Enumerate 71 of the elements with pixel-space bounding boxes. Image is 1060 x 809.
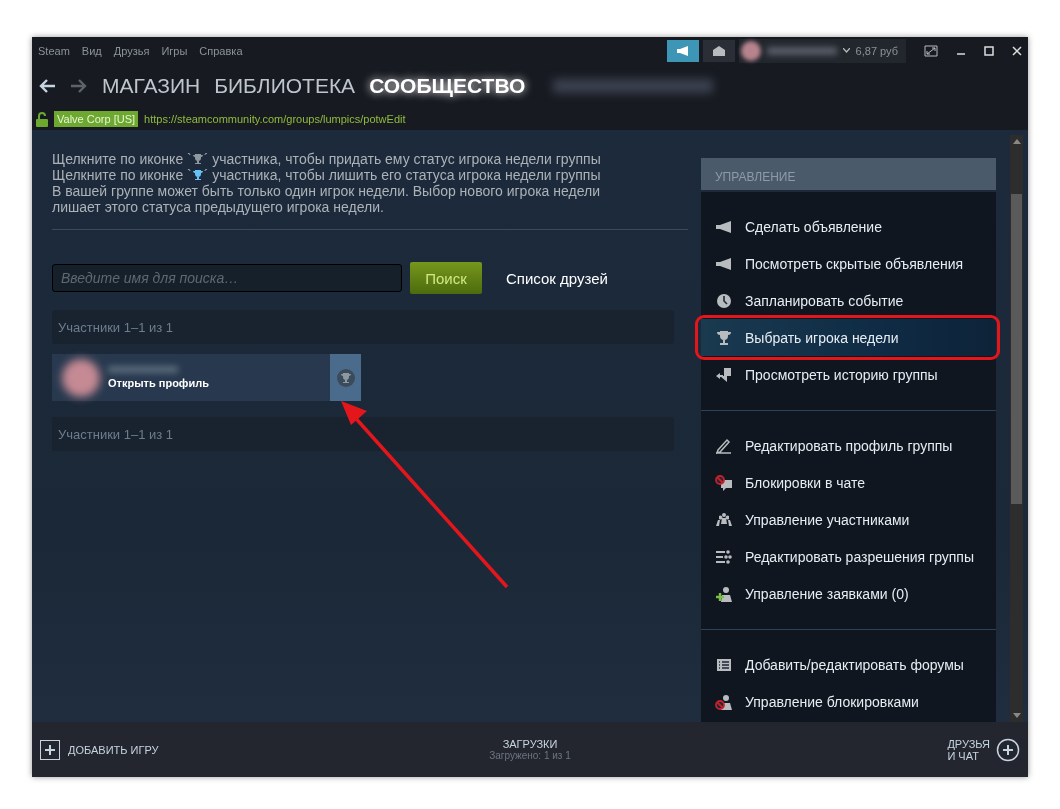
megaphone-icon [715, 255, 733, 272]
search-button[interactable]: Поиск [410, 262, 482, 294]
broadcast-button[interactable] [666, 39, 699, 62]
note-text: В вашей группе может быть только один игрок недели. Выбор нового игрока недели лишает этого статуса предыдущего игрока недели. [52, 183, 601, 215]
list-icon [715, 656, 733, 673]
menu-item[interactable]: Steam [38, 44, 70, 57]
members-count-bar: Участники 1–1 из 1 [52, 310, 674, 344]
panel-menu-item[interactable]: Редактировать разрешения группы [701, 538, 996, 575]
panel-menu-item[interactable]: Просмотреть историю группы [701, 356, 996, 393]
userblock-icon [715, 693, 733, 710]
nav-tab[interactable]: СООБЩЕСТВО [369, 74, 526, 98]
blurred-name [766, 46, 837, 55]
panel-header: УПРАВЛЕНИЕ [701, 158, 996, 192]
downloads-link[interactable]: ЗАГРУЗКИ [502, 738, 558, 750]
chat-plus-icon [996, 737, 1020, 762]
sliders-icon [715, 548, 733, 565]
members-count-bar: Участники 1–1 из 1 [52, 417, 674, 451]
panel-menu-item[interactable]: Редактировать профиль группы [701, 427, 996, 464]
avatar [740, 40, 761, 61]
lock-icon [36, 111, 48, 127]
pencil-icon [715, 437, 733, 454]
friends-chat-button[interactable]: ДРУЗЬЯ И ЧАТ [600, 737, 1020, 762]
maximize-icon[interactable] [984, 45, 994, 56]
open-profile-link[interactable]: Открыть профиль [108, 377, 330, 389]
nav-tab[interactable]: БИБЛИОТЕКА [214, 74, 356, 98]
big-picture-icon[interactable] [924, 44, 938, 57]
url-text: https://steamcommunity.com/groups/lumpics/potwEdit [144, 113, 406, 125]
history-icon [715, 366, 733, 383]
caret-icon [842, 48, 850, 53]
scroll-up-icon[interactable] [1012, 139, 1021, 144]
instruction-text: Щелкните по иконке ` ´ участника, чтобы лишить его статуса игрока недели группы [52, 167, 602, 183]
people-icon [715, 511, 733, 528]
add-game-button[interactable]: ДОБАВИТЬ ИГРУ [40, 739, 460, 760]
panel-menu-item[interactable]: Управление заявками (0) [701, 575, 996, 612]
certificate-badge: Valve Corp [US] [54, 111, 139, 127]
search-field[interactable]: Введите имя для поиска… [52, 264, 402, 292]
scroll-down-icon[interactable] [1012, 713, 1021, 718]
close-icon[interactable] [1012, 45, 1022, 56]
inbox-button[interactable] [702, 39, 735, 62]
panel-menu-item[interactable]: Запланировать событие [701, 282, 996, 319]
wallet-balance: 6,87 руб [855, 44, 898, 57]
panel-menu-item[interactable]: Добавить/редактировать форумы [701, 646, 996, 683]
menu-item[interactable]: Вид [81, 44, 102, 57]
megaphone-icon [715, 218, 733, 235]
chatblock-icon [715, 474, 733, 491]
trophy-icon [336, 368, 355, 387]
menu-item[interactable]: Игры [161, 44, 188, 57]
useradd-icon [715, 585, 733, 602]
scrollbar[interactable] [1010, 135, 1023, 722]
back-icon[interactable] [38, 78, 56, 94]
clock-icon [715, 292, 733, 309]
trophy-button[interactable] [330, 354, 361, 401]
instruction-text: Щелкните по иконке ` ´ участника, чтобы придать ему статус игрока недели группы [52, 151, 602, 167]
blurred-name [108, 366, 178, 373]
menu-item[interactable]: Справка [199, 44, 243, 57]
avatar [62, 358, 100, 397]
panel-menu-item[interactable]: Посмотреть скрытые объявления [701, 245, 996, 282]
nav-tab[interactable]: МАГАЗИН [102, 74, 201, 98]
panel-menu-item[interactable]: Блокировки в чате [701, 464, 996, 501]
friends-list-link[interactable]: Список друзей [506, 269, 608, 287]
downloads-status: Загружено: 1 из 1 [489, 750, 571, 761]
envelope-icon [712, 45, 725, 56]
panel-menu-item[interactable]: Управление блокировками [701, 683, 996, 720]
plus-icon [40, 739, 60, 760]
account-menu[interactable]: 6,87 руб [738, 38, 906, 63]
menu-item[interactable]: Друзья [113, 44, 150, 57]
panel-menu-item[interactable]: Сделать объявление [701, 208, 996, 245]
panel-menu-item[interactable]: Управление участниками [701, 501, 996, 538]
megaphone-icon [675, 45, 690, 56]
trophy-icon [715, 329, 733, 346]
forward-icon[interactable] [70, 78, 88, 94]
